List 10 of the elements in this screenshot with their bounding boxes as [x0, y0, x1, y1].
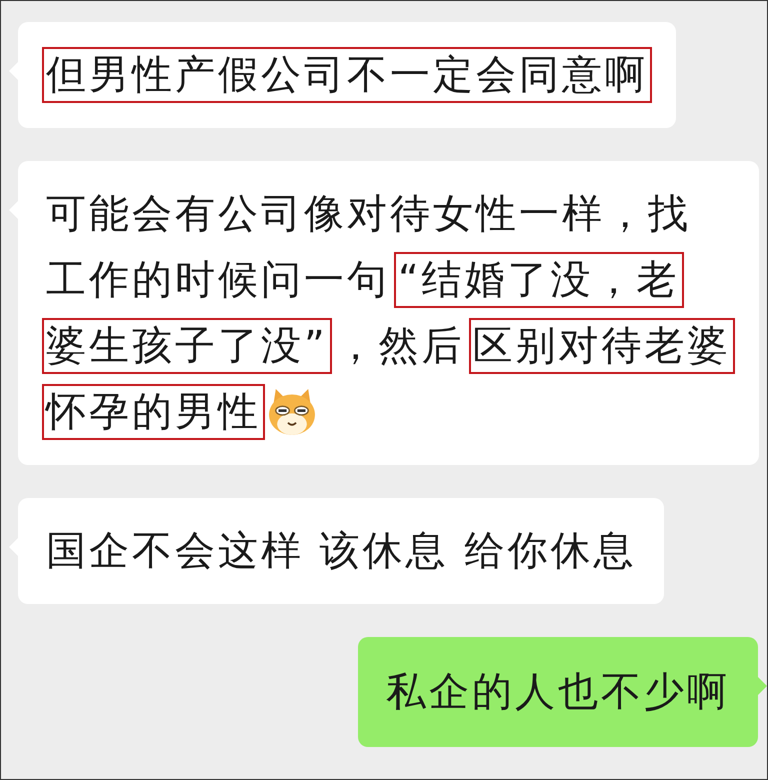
message-text: 国企不会这样 该休息 给你休息	[45, 527, 638, 576]
highlighted-text: 区别对待老婆	[468, 318, 735, 374]
message-text: 工作的时候问一句	[45, 256, 391, 305]
highlighted-text: 婆生孩子了没”	[42, 318, 332, 374]
highlighted-text: “结婚了没，老	[394, 252, 684, 308]
highlighted-text: 但男性产假公司不一定会同意啊	[42, 47, 652, 103]
message-text: 私企的人也不少啊	[385, 668, 731, 717]
highlighted-text: 怀孕的男性	[42, 384, 265, 440]
message-text: ，然后	[334, 322, 466, 371]
message-text: 可能会有公司像对待女性一样，找	[45, 190, 692, 239]
